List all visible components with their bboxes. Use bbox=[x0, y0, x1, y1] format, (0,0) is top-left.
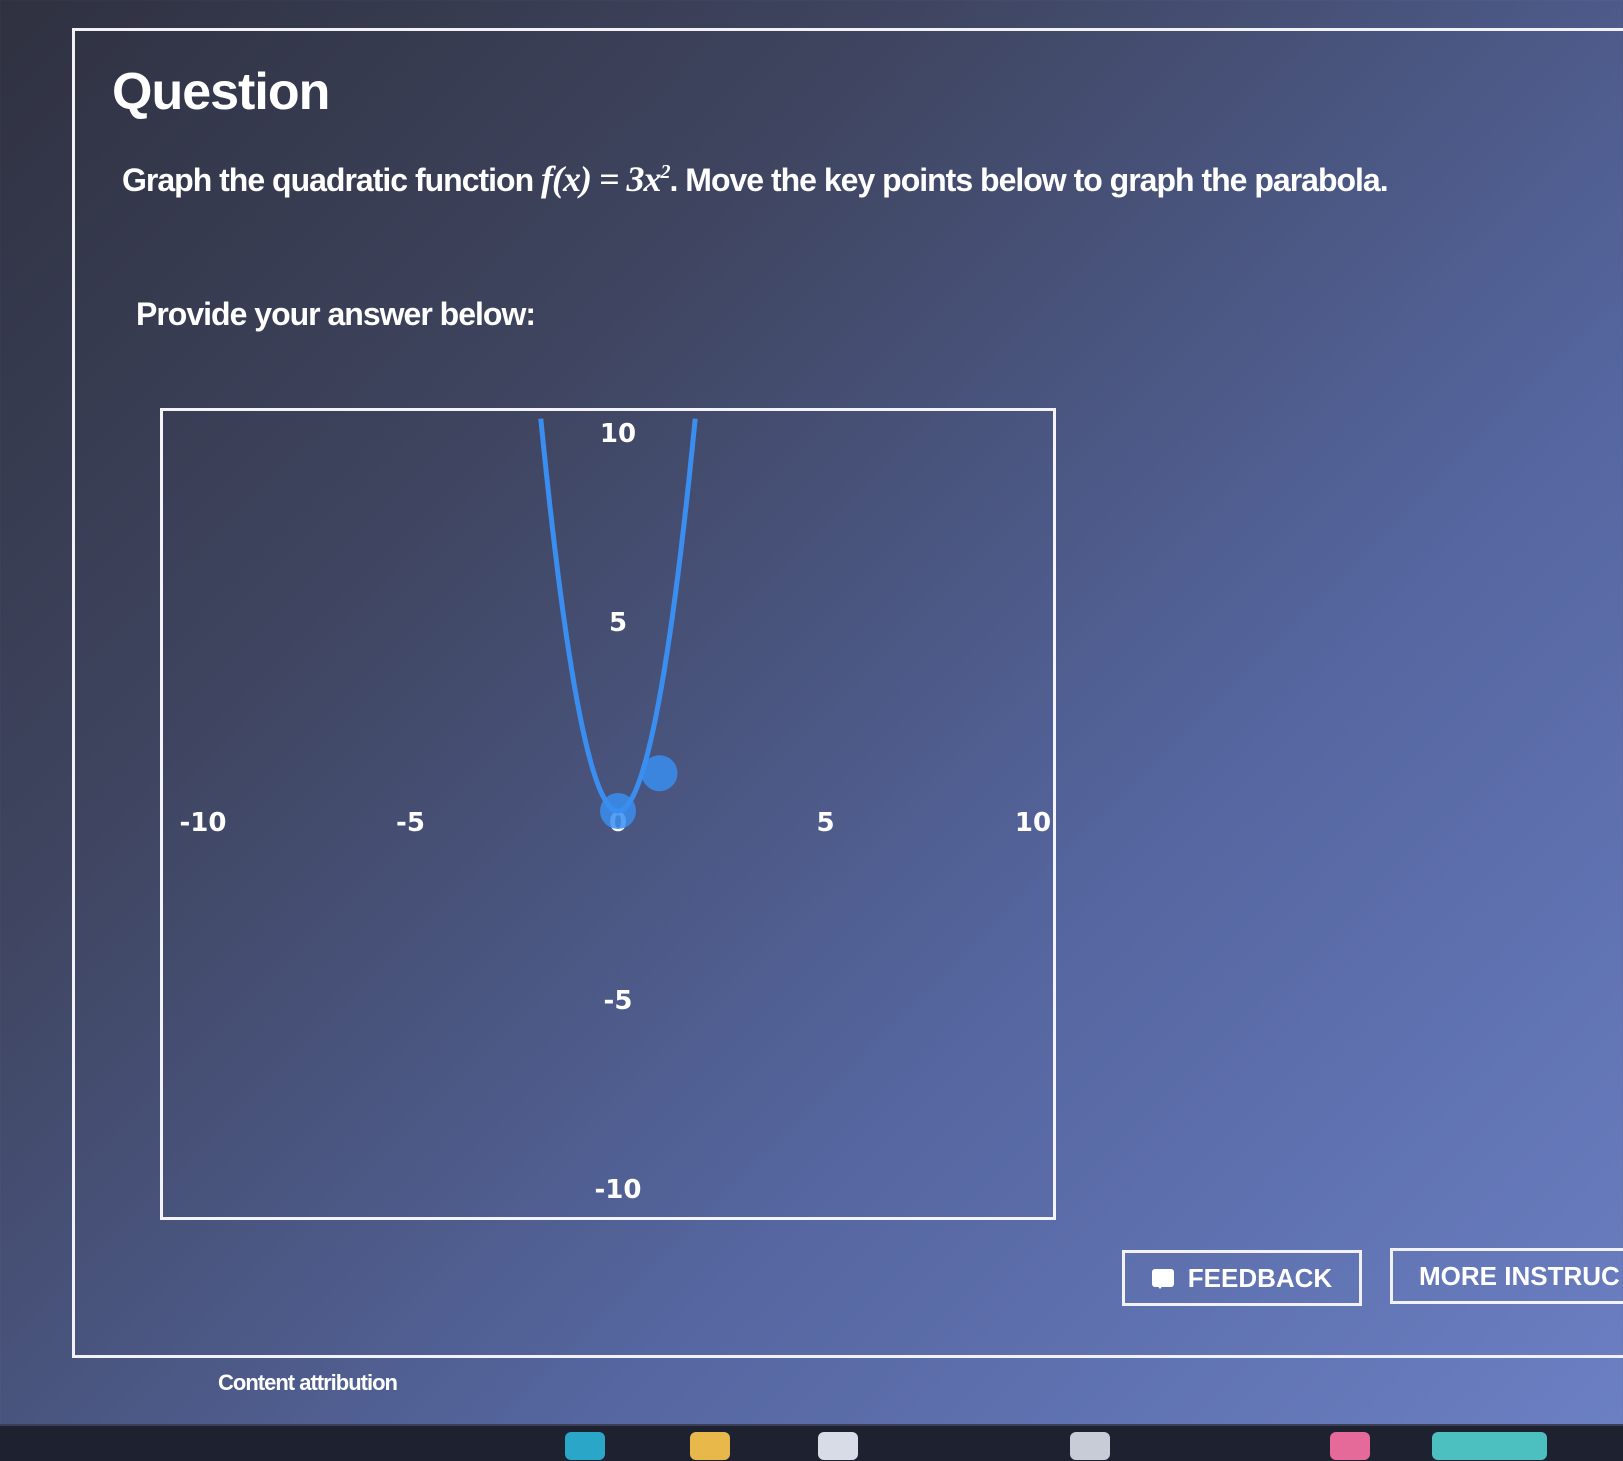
key-point-handle[interactable] bbox=[641, 755, 678, 792]
taskbar bbox=[0, 1424, 1623, 1461]
x-tick-label: -10 bbox=[180, 808, 227, 838]
prompt-text-after: . Move the key points below to graph the… bbox=[669, 162, 1389, 198]
feedback-button[interactable]: FEEDBACK bbox=[1122, 1250, 1362, 1306]
answer-label: Provide your answer below: bbox=[136, 296, 536, 332]
y-tick-label: -5 bbox=[604, 986, 633, 1016]
function-expression: f(x) = 3x2 bbox=[541, 159, 671, 199]
more-instructions-label: MORE INSTRUC bbox=[1419, 1260, 1620, 1291]
feedback-label: FEEDBACK bbox=[1187, 1262, 1333, 1293]
store-icon[interactable] bbox=[818, 1432, 858, 1460]
app-icon[interactable] bbox=[1070, 1432, 1110, 1460]
x-tick-label: 5 bbox=[816, 808, 834, 838]
question-title: Question bbox=[112, 63, 330, 121]
x-tick-label: -5 bbox=[396, 808, 425, 838]
prompt-text-before: Graph the quadratic function bbox=[122, 162, 542, 198]
function-text: f(x) = 3x bbox=[541, 159, 661, 199]
question-prompt: Graph the quadratic function f(x) = 3x2.… bbox=[122, 158, 1389, 200]
x-tick-label: 10 bbox=[1015, 808, 1051, 838]
more-instructions-button[interactable]: MORE INSTRUC bbox=[1390, 1248, 1623, 1304]
chrome-icon[interactable] bbox=[1330, 1432, 1370, 1460]
y-tick-label: 5 bbox=[609, 608, 627, 638]
key-point-handle[interactable] bbox=[600, 793, 636, 829]
y-tick-label: 10 bbox=[600, 419, 636, 449]
y-tick-label: -10 bbox=[595, 1175, 642, 1205]
edge-browser-icon[interactable] bbox=[565, 1432, 605, 1460]
function-exponent: 2 bbox=[660, 161, 671, 183]
chat-bubble-icon bbox=[1151, 1269, 1174, 1289]
active-app-icon[interactable] bbox=[1432, 1432, 1547, 1460]
content-attribution-link[interactable]: Content attribution bbox=[218, 1370, 398, 1396]
graph-area[interactable]: -10-50510105-5-10 bbox=[160, 408, 1056, 1220]
graph-canvas[interactable]: -10-50510105-5-10 bbox=[163, 411, 1053, 1217]
file-explorer-icon[interactable] bbox=[690, 1432, 730, 1460]
